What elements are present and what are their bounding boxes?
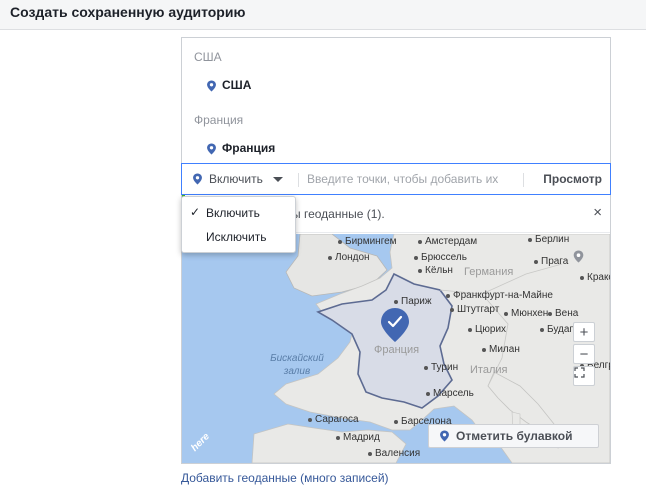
fullscreen-icon <box>574 367 585 378</box>
add-bulk-locations-link[interactable]: Добавить геоданные (много записей) <box>181 471 389 485</box>
map-city-label: Вена <box>548 308 578 319</box>
toolbar-divider <box>523 173 524 187</box>
location-pin-icon <box>207 80 216 92</box>
group-label-usa: США <box>194 50 222 64</box>
map-city-label: Цюрих <box>468 324 506 335</box>
include-mode-dropdown[interactable]: Включить <box>192 164 283 194</box>
map-city-label: Штутгарт <box>450 304 499 315</box>
map-city-label: Милан <box>482 344 520 355</box>
menu-item-exclude[interactable]: Исключить <box>182 225 295 249</box>
location-search-input[interactable] <box>307 169 522 189</box>
location-pin-icon <box>573 250 584 263</box>
location-item-france: Франция <box>222 141 276 155</box>
map-city-label: Брюссель <box>414 252 467 263</box>
map-pin-icon[interactable] <box>573 250 595 270</box>
map-city-label: Берлин <box>528 234 569 245</box>
browse-button[interactable]: Просмотр <box>543 164 602 194</box>
page-header: Создать сохраненную аудиторию <box>0 0 646 30</box>
map-city-label: Мадрид <box>336 432 380 443</box>
map-view[interactable]: Бирмингем Амстердам Берлин Лондон Брюссе… <box>182 234 610 463</box>
close-icon[interactable]: × <box>593 204 602 222</box>
toolbar-divider <box>298 173 299 187</box>
fullscreen-button[interactable] <box>573 366 595 386</box>
map-city-label: Лондон <box>328 252 370 263</box>
map-city-label: Марсель <box>426 388 474 399</box>
drop-pin-label: Отметить булавкой <box>456 429 573 443</box>
map-city-label: Валенсия <box>368 448 420 459</box>
map-country-label: Италия <box>470 364 508 376</box>
map-city-label: Кракова <box>580 272 610 283</box>
map-city-label: Мюнхен <box>504 308 548 319</box>
map-city-label: Турин <box>424 362 458 373</box>
map-city-label: Париж <box>394 296 432 307</box>
page-title: Создать сохраненную аудиторию <box>10 4 246 20</box>
drop-pin-button[interactable]: Отметить булавкой <box>428 424 599 448</box>
map-city-label: Франкфурт-на-Майне <box>446 290 553 301</box>
include-exclude-menu: ✓ Включить Исключить <box>181 196 296 253</box>
map-country-label: Германия <box>464 266 514 278</box>
group-label-france: Франция <box>194 113 244 127</box>
include-mode-label: Включить <box>209 172 263 186</box>
location-pin-icon <box>207 143 216 155</box>
map-city-label: Прага <box>534 256 568 267</box>
zoom-out-button[interactable]: − <box>573 344 595 364</box>
map-city-label: Сарагоса <box>308 414 359 425</box>
menu-item-include[interactable]: ✓ Включить <box>182 201 295 225</box>
location-search-bar: Включить Просмотр <box>181 163 611 195</box>
zoom-in-button[interactable]: + <box>573 322 595 342</box>
map-city-label: Амстердам <box>418 236 477 247</box>
location-item-usa: США <box>222 78 252 92</box>
map-sea-label: Бискайский залив <box>270 353 324 377</box>
map-city-label: Бирмингем <box>338 236 397 247</box>
notice-text: ы геоданные (1). <box>292 207 385 221</box>
map-country-label: Франция <box>374 344 420 356</box>
location-pin-icon <box>193 173 202 185</box>
map-city-label: Кёльн <box>418 265 453 276</box>
location-pin-icon <box>440 430 449 442</box>
checkmark-icon: ✓ <box>190 205 201 219</box>
chevron-down-icon <box>272 176 283 182</box>
